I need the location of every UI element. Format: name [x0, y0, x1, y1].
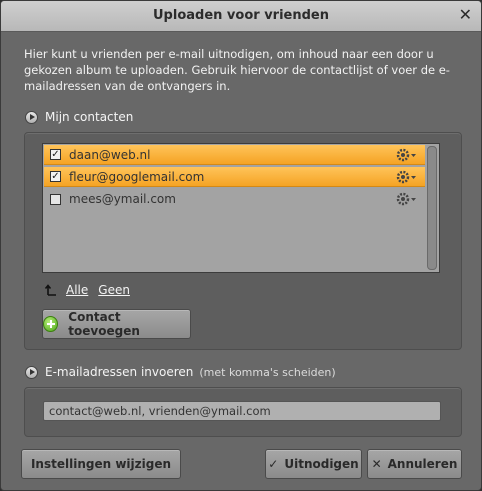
emails-section-toggle[interactable]: E-mailadressen invoeren (met komma's sch…: [25, 364, 336, 380]
settings-label: Instellingen wijzigen: [30, 457, 172, 471]
contact-checkbox[interactable]: [50, 193, 61, 205]
list-scrollbar[interactable]: [427, 146, 437, 270]
contacts-heading: Mijn contacten: [45, 110, 134, 124]
close-icon[interactable]: ✕: [459, 6, 472, 24]
contacts-list[interactable]: ✓ daan@web.nl ✓ fleur@googlemail.com mee…: [42, 143, 440, 273]
add-contact-label: Contact toevoegen: [68, 310, 140, 338]
title-bar: Uploaden voor vrienden ✕: [1, 1, 481, 32]
invite-button[interactable]: ✓ Uitnodigen: [265, 449, 362, 479]
contact-email: mees@ymail.com: [69, 192, 176, 206]
selection-links: Alle Geen: [44, 283, 140, 297]
change-settings-button[interactable]: Instellingen wijzigen: [21, 449, 181, 479]
expand-arrow-icon: [25, 365, 38, 379]
gear-icon[interactable]: [395, 169, 417, 185]
contact-email: daan@web.nl: [69, 147, 151, 162]
contact-row[interactable]: ✓ daan@web.nl: [44, 145, 425, 165]
expand-arrow-icon: [25, 110, 38, 124]
contact-row[interactable]: ✓ fleur@googlemail.com: [44, 167, 425, 187]
upload-for-friends-dialog: Uploaden voor vrienden ✕ Hier kunt u vri…: [0, 0, 482, 491]
cancel-label: Annuleren: [387, 457, 458, 471]
contact-checkbox[interactable]: ✓: [50, 171, 61, 182]
gear-icon[interactable]: [395, 147, 417, 163]
checkmark-icon: ✓: [268, 457, 279, 471]
select-all-link[interactable]: Alle: [66, 283, 88, 297]
cancel-x-icon: ✕: [371, 457, 382, 471]
dialog-title: Uploaden voor vrienden: [153, 8, 329, 23]
select-none-link[interactable]: Geen: [98, 283, 130, 297]
contact-row[interactable]: mees@ymail.com: [44, 189, 425, 209]
plus-icon: [43, 316, 59, 332]
intro-text: Hier kunt u vrienden per e-mail uitnodig…: [24, 47, 450, 93]
select-arrow-icon: [44, 284, 56, 296]
emails-heading: E-mailadressen invoeren: [45, 365, 194, 379]
gear-icon[interactable]: [395, 191, 417, 207]
email-addresses-input[interactable]: [43, 401, 441, 421]
emails-hint: (met komma's scheiden): [199, 365, 336, 379]
contacts-section-toggle[interactable]: Mijn contacten: [25, 109, 133, 125]
contact-checkbox[interactable]: ✓: [50, 149, 61, 160]
invite-label: Uitnodigen: [284, 457, 359, 471]
cancel-button[interactable]: ✕ Annuleren: [367, 449, 462, 479]
contact-email: fleur@googlemail.com: [69, 169, 205, 184]
add-contact-button[interactable]: Contact toevoegen: [42, 309, 191, 339]
